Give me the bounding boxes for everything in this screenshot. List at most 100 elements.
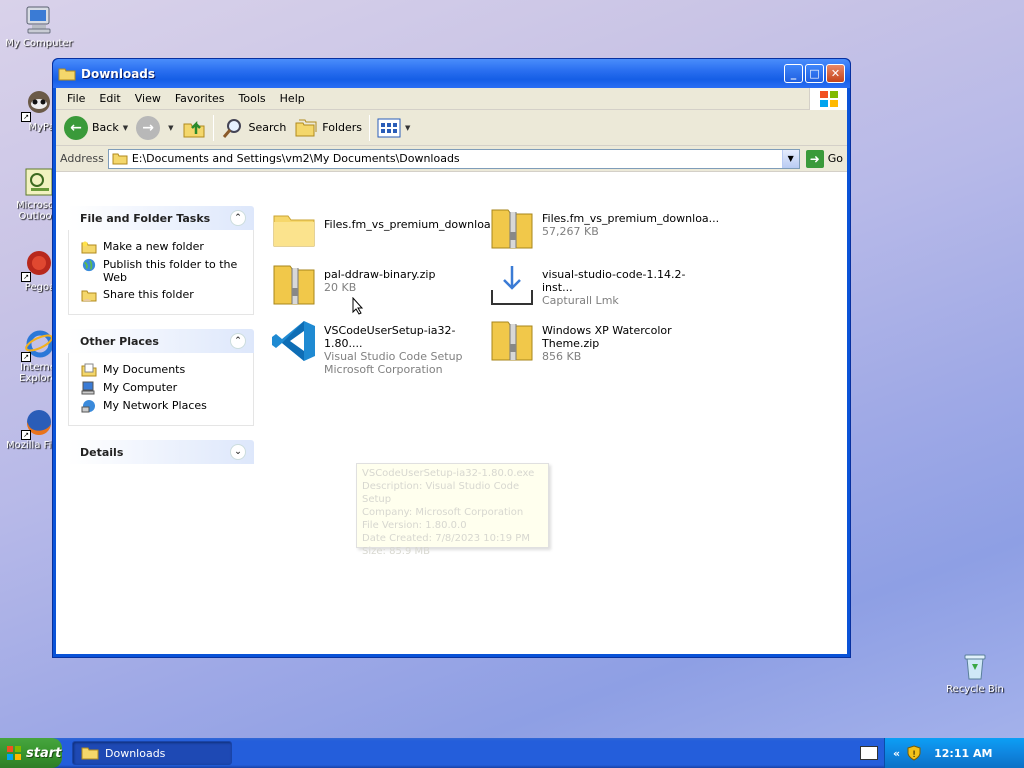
desktop-icon-my-computer[interactable]: My Computer: [2, 4, 76, 49]
file-item[interactable]: Files.fm_vs_premium_downloa... 57,267 KB: [488, 206, 719, 258]
desktop-icon-recycle-bin[interactable]: Recycle Bin: [938, 650, 1012, 695]
other-places-panel: Other Places ⌃ My Documents My Computer: [68, 329, 254, 426]
task-pane: File and Folder Tasks ⌃ Make a new folde…: [68, 206, 254, 478]
address-input[interactable]: E:\Documents and Settings\vm2\My Documen…: [107, 148, 800, 169]
desktop-icon-label: Recycle Bin: [946, 684, 1004, 695]
minimize-icon: _: [790, 67, 797, 80]
task-share-folder[interactable]: Share this folder: [81, 288, 245, 302]
taskbar-button-downloads[interactable]: Downloads: [72, 741, 232, 765]
show-hidden-icons-button[interactable]: «: [893, 747, 900, 760]
chevron-down-icon[interactable]: ⌄: [230, 444, 246, 460]
views-dropdown-icon[interactable]: ▼: [405, 124, 410, 132]
tooltip-line: File Version: 1.80.0.0: [362, 520, 467, 531]
computer-icon: [81, 381, 95, 395]
panel-body: My Documents My Computer My Network Plac…: [68, 353, 254, 426]
folder-icon: [270, 206, 320, 254]
task-publish-web[interactable]: Publish this folder to the Web: [81, 258, 245, 284]
details-panel: Details ⌄: [68, 440, 254, 464]
back-arrow-icon: ←: [64, 115, 88, 140]
file-type: Capturall Lmk: [542, 294, 619, 307]
chevron-up-icon[interactable]: ⌃: [230, 210, 246, 226]
toolbar-separator: [369, 114, 371, 141]
search-button[interactable]: Search: [217, 113, 291, 143]
security-shield-icon[interactable]: !: [906, 745, 922, 761]
pegoa-icon: ↗: [21, 248, 55, 282]
taskbar: start Downloads « ! 12:11 AM: [0, 738, 1024, 768]
file-tooltip: VSCodeUserSetup-ia32-1.80.0.exe Descript…: [356, 463, 549, 557]
minimize-button[interactable]: _: [784, 64, 803, 83]
go-button[interactable]: ➜ Go: [805, 149, 843, 168]
outlook-icon: [23, 166, 55, 198]
file-name: visual-studio-code-1.14.2-inst...: [542, 268, 686, 294]
file-name-continued: Theme.zip: [542, 337, 600, 350]
menu-view[interactable]: View: [128, 92, 168, 105]
close-button[interactable]: ✕: [826, 64, 845, 83]
panel-title: File and Folder Tasks: [80, 211, 211, 225]
folder-icon: [81, 747, 99, 760]
menu-file[interactable]: File: [60, 92, 92, 105]
file-size: 856 KB: [542, 350, 582, 363]
file-company: Microsoft Corporation: [324, 363, 443, 376]
chevron-up-icon[interactable]: ⌃: [230, 333, 246, 349]
file-name: VSCodeUserSetup-ia32-1.80....: [324, 324, 456, 350]
vscode-icon: [270, 318, 320, 366]
back-dropdown-icon[interactable]: ▼: [123, 124, 128, 132]
window-body: File Edit View Favorites Tools Help ← Ba…: [56, 88, 847, 654]
menu-help[interactable]: Help: [273, 92, 312, 105]
menu-tools[interactable]: Tools: [232, 92, 273, 105]
menu-favorites[interactable]: Favorites: [168, 92, 232, 105]
address-bar: Address E:\Documents and Settings\vm2\My…: [56, 146, 847, 172]
up-folder-icon: [183, 120, 204, 137]
folders-button[interactable]: Folders: [290, 113, 366, 143]
panel-body: Make a new folder Publish this folder to…: [68, 230, 254, 315]
shortcut-arrow-icon: ↗: [21, 352, 31, 362]
recycle-bin-icon: [959, 650, 991, 682]
file-item[interactable]: visual-studio-code-1.14.2-inst... Captur…: [488, 262, 704, 314]
panel-header[interactable]: Details ⌄: [68, 440, 254, 464]
desktop-icon-label: My Computer: [5, 38, 73, 49]
search-icon: [222, 118, 241, 138]
keyboard-icon[interactable]: [860, 746, 878, 760]
tooltip-line: Date Created: 7/8/2023 10:19 PM: [362, 533, 530, 544]
menu-edit[interactable]: Edit: [92, 92, 127, 105]
task-make-new-folder[interactable]: Make a new folder: [81, 240, 245, 254]
file-name: pal-ddraw-binary.zip: [324, 268, 436, 281]
shortcut-arrow-icon: ↗: [21, 272, 31, 282]
file-item[interactable]: Files.fm_vs_premium_downloa...: [270, 206, 501, 258]
views-button[interactable]: ▼: [373, 113, 414, 143]
panel-title: Other Places: [80, 334, 159, 348]
up-folder-button[interactable]: [178, 113, 210, 143]
tooltip-line: Company: Microsoft Corporation: [362, 507, 524, 518]
place-my-network[interactable]: My Network Places: [81, 399, 245, 413]
back-button[interactable]: ← Back ▼: [60, 113, 132, 143]
file-item[interactable]: VSCodeUserSetup-ia32-1.80.... Visual Stu…: [270, 318, 486, 376]
svg-text:!: !: [912, 750, 916, 760]
window-title: Downloads: [81, 66, 156, 81]
title-bar[interactable]: Downloads _ □ ✕: [53, 59, 850, 88]
folder-icon: [58, 68, 76, 80]
file-folder-tasks-panel: File and Folder Tasks ⌃ Make a new folde…: [68, 206, 254, 315]
forward-dropdown-icon[interactable]: ▼: [168, 124, 173, 132]
folder-content: File and Folder Tasks ⌃ Make a new folde…: [56, 198, 847, 654]
maximize-icon: □: [809, 67, 820, 80]
place-my-computer[interactable]: My Computer: [81, 381, 245, 395]
file-item[interactable]: Windows XP Watercolor Theme.zip 856 KB: [488, 318, 704, 370]
zip-file-icon: [270, 262, 320, 310]
menu-bar: File Edit View Favorites Tools Help: [56, 88, 847, 110]
panel-header[interactable]: File and Folder Tasks ⌃: [68, 206, 254, 230]
panel-header[interactable]: Other Places ⌃: [68, 329, 254, 353]
start-button[interactable]: start: [0, 738, 62, 768]
shortcut-arrow-icon: ↗: [21, 112, 31, 122]
forward-button[interactable]: → ▼: [132, 113, 177, 143]
clock: 12:11 AM: [934, 746, 993, 760]
windows-logo-icon: [809, 88, 847, 110]
place-label: My Documents: [103, 363, 186, 376]
place-my-documents[interactable]: My Documents: [81, 363, 245, 377]
file-item[interactable]: pal-ddraw-binary.zip 20 KB: [270, 262, 486, 314]
documents-icon: [81, 363, 97, 377]
maximize-button[interactable]: □: [805, 64, 824, 83]
forward-arrow-icon: →: [136, 115, 161, 140]
toolbar-separator: [212, 114, 214, 141]
computer-icon: [23, 4, 55, 36]
address-dropdown-icon[interactable]: ▼: [781, 149, 799, 168]
